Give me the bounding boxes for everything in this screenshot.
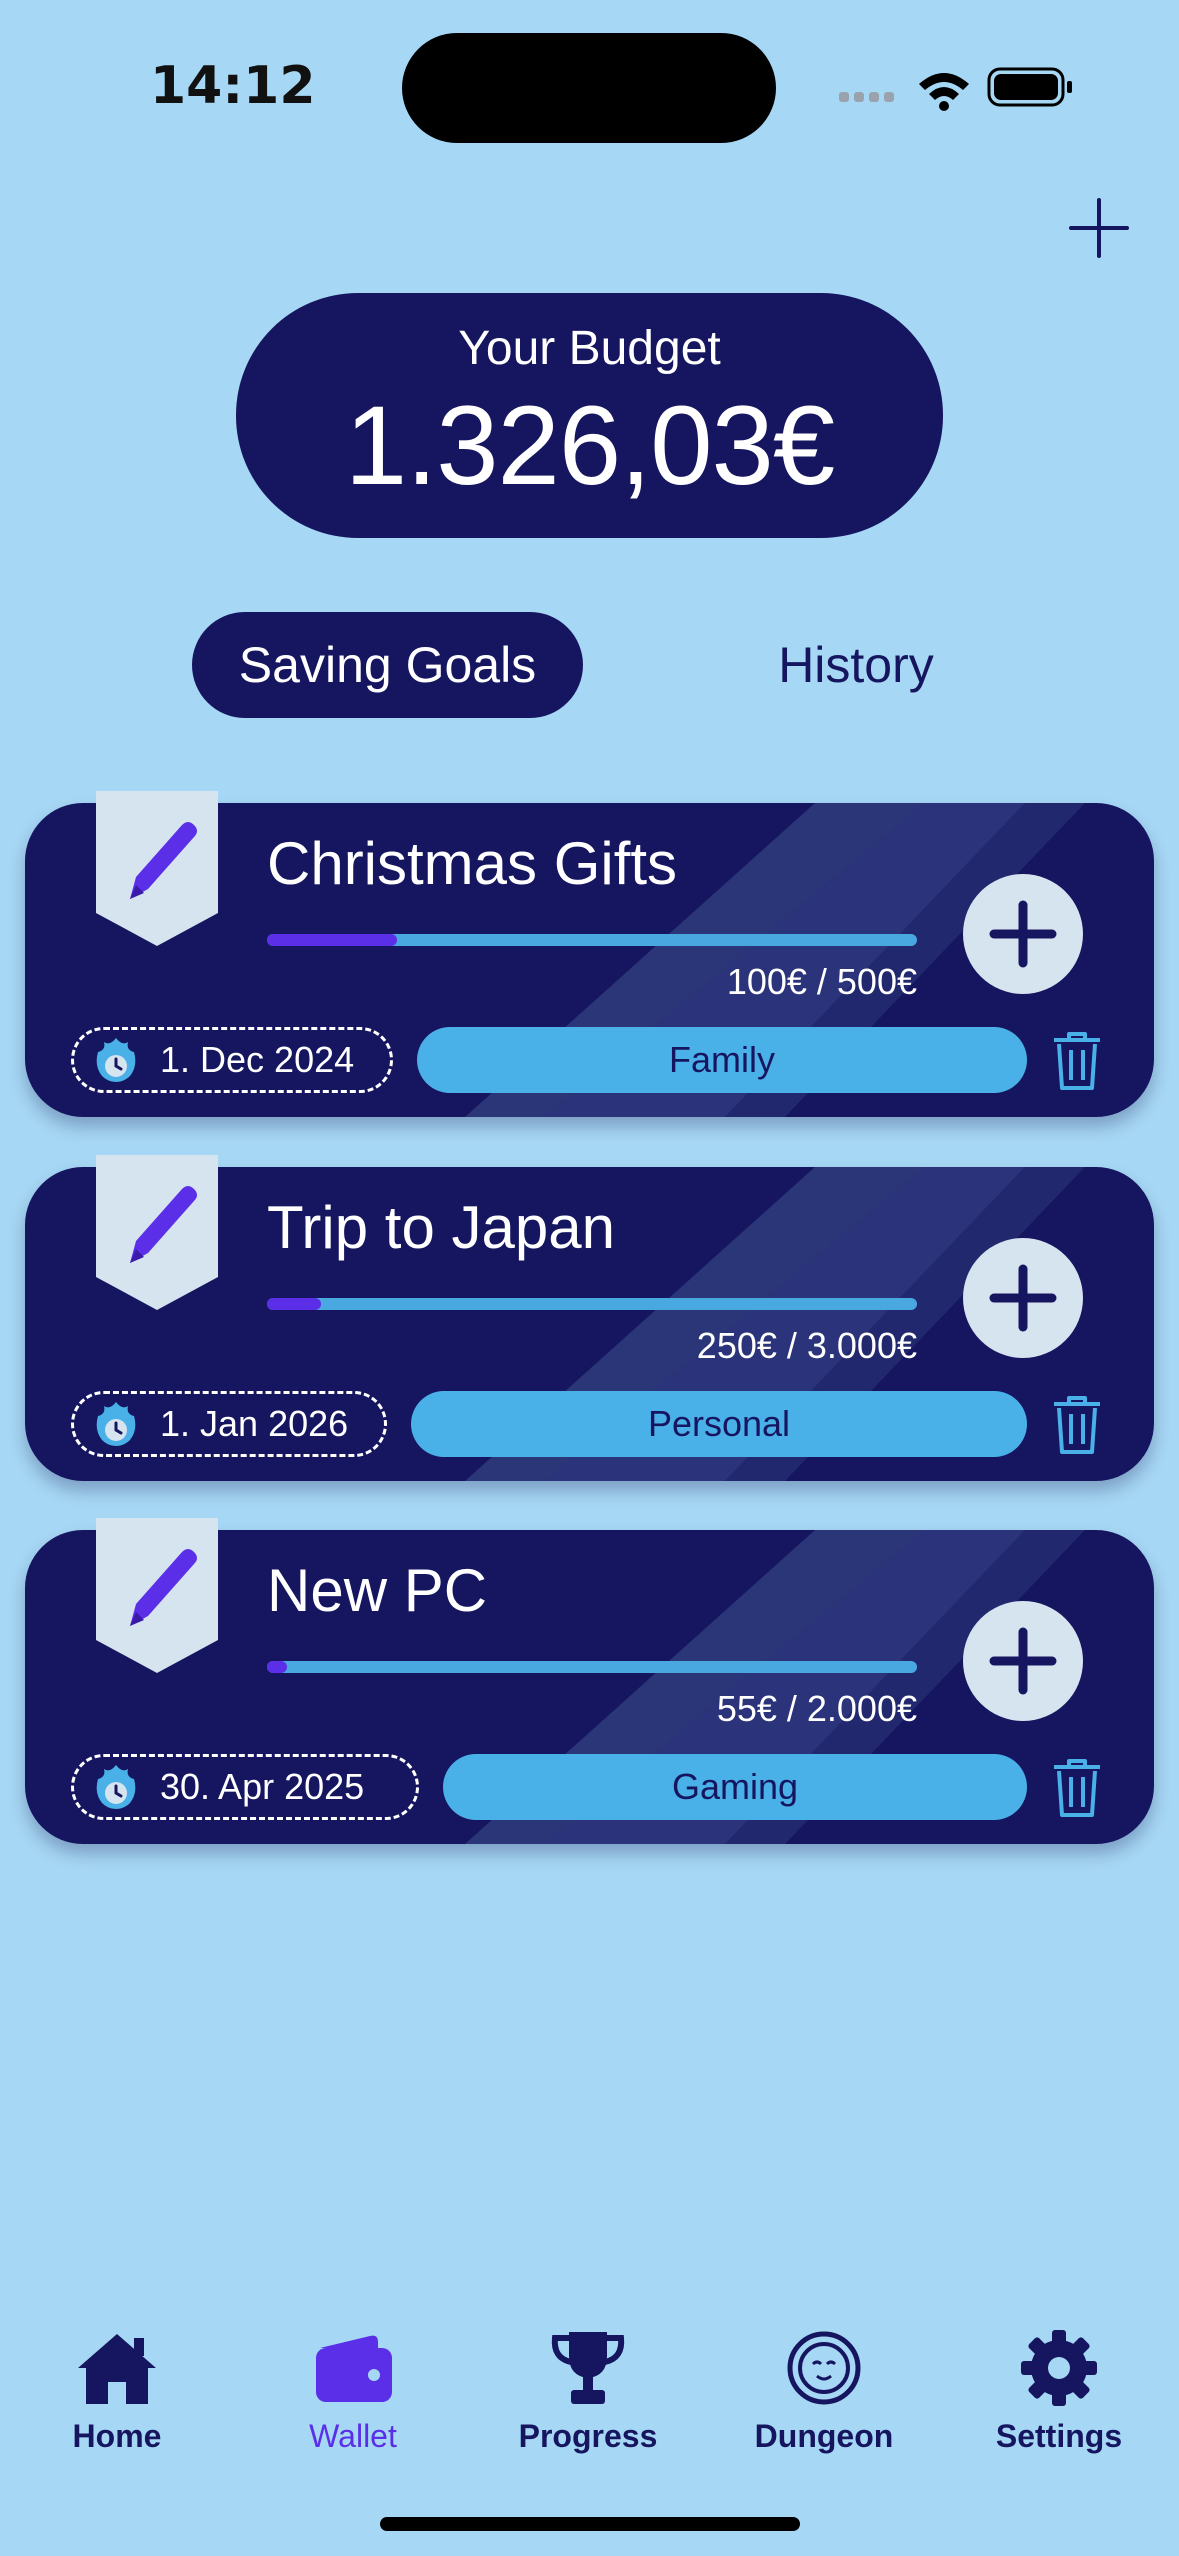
category-tag[interactable]: Gaming	[443, 1754, 1027, 1820]
tab-label: Progress	[518, 2418, 658, 2454]
goal-progress-fill	[267, 1661, 287, 1673]
goal-progress-fill	[267, 1298, 321, 1310]
goal-amount: 100€ / 500€	[726, 961, 917, 1002]
tab-history[interactable]: History	[720, 612, 992, 718]
goal-amount: 250€ / 3.000€	[696, 1325, 917, 1366]
due-date-badge: 30. Apr 2025	[71, 1754, 419, 1820]
goal-card: Christmas Gifts 100€ / 500€ 1. Dec 2024 …	[25, 791, 1154, 1117]
due-date-badge: 1. Jan 2026	[71, 1391, 387, 1457]
trash-icon	[1054, 1396, 1100, 1454]
budget-label: Your Budget	[458, 322, 721, 375]
due-date: 1. Dec 2024	[160, 1039, 355, 1080]
plus-icon	[1069, 198, 1129, 258]
goal-progress-bar	[267, 1661, 917, 1673]
delete-goal-button[interactable]	[1052, 1032, 1102, 1090]
delete-goal-button[interactable]	[1052, 1396, 1102, 1454]
add-money-button[interactable]	[963, 1601, 1083, 1721]
flame-clock-icon	[96, 1765, 136, 1809]
wallet-icon	[316, 2335, 392, 2402]
dynamic-island	[402, 33, 776, 143]
dungeon-face-icon	[787, 2331, 861, 2405]
house-icon	[78, 2334, 156, 2404]
trash-icon	[1054, 1759, 1100, 1817]
tab-bar: Home Wallet Progress Dungeon Settings	[0, 2300, 1179, 2480]
plus-icon	[989, 900, 1057, 968]
tab-label: Home	[72, 2418, 162, 2454]
status-time: 14:12	[150, 56, 316, 116]
tab-label: Dungeon	[754, 2418, 894, 2454]
goal-progress-bar	[267, 1298, 917, 1310]
tab-progress[interactable]: Progress	[488, 2328, 688, 2455]
add-money-button[interactable]	[963, 1238, 1083, 1358]
battery-icon	[987, 67, 1072, 107]
plus-icon	[989, 1627, 1057, 1695]
due-date: 1. Jan 2026	[160, 1403, 349, 1444]
tab-label: Wallet	[309, 2418, 397, 2454]
goal-title: New PC	[267, 1557, 488, 1624]
cellular-signal-icon	[839, 92, 894, 102]
category-tag[interactable]: Family	[417, 1027, 1027, 1093]
edit-goal-button[interactable]	[96, 1155, 218, 1310]
add-goal-button[interactable]	[1067, 196, 1131, 260]
due-date: 30. Apr 2025	[160, 1766, 365, 1807]
wifi-icon	[919, 73, 969, 111]
gear-icon	[1021, 2330, 1097, 2406]
category-tag[interactable]: Personal	[411, 1391, 1027, 1457]
goal-amount: 55€ / 2.000€	[716, 1688, 917, 1729]
goal-card: Trip to Japan 250€ / 3.000€ 1. Jan 2026 …	[25, 1155, 1154, 1481]
edit-goal-button[interactable]	[96, 1518, 218, 1673]
delete-goal-button[interactable]	[1052, 1759, 1102, 1817]
due-date-badge: 1. Dec 2024	[71, 1027, 393, 1093]
status-icons	[839, 67, 1072, 111]
budget-card: Your Budget 1.326,03€	[236, 293, 943, 538]
home-indicator	[380, 2517, 800, 2531]
tab-label: Settings	[995, 2418, 1123, 2454]
tab-home[interactable]: Home	[17, 2328, 217, 2455]
tab-settings[interactable]: Settings	[959, 2328, 1159, 2455]
tab-saving-goals[interactable]: Saving Goals	[192, 612, 583, 718]
goal-card: New PC 55€ / 2.000€ 30. Apr 2025 Gaming	[25, 1518, 1154, 1844]
goal-progress-fill	[267, 934, 397, 946]
plus-icon	[989, 1264, 1057, 1332]
tab-wallet[interactable]: Wallet	[253, 2328, 453, 2455]
goal-title: Christmas Gifts	[267, 830, 678, 897]
flame-clock-icon	[96, 1038, 136, 1082]
goal-progress-bar	[267, 934, 917, 946]
trophy-icon	[551, 2332, 625, 2404]
add-money-button[interactable]	[963, 874, 1083, 994]
trash-icon	[1054, 1032, 1100, 1090]
tab-dungeon[interactable]: Dungeon	[724, 2328, 924, 2455]
budget-amount: 1.326,03€	[344, 383, 835, 508]
edit-goal-button[interactable]	[96, 791, 218, 946]
goal-title: Trip to Japan	[267, 1194, 615, 1261]
flame-clock-icon	[96, 1402, 136, 1446]
